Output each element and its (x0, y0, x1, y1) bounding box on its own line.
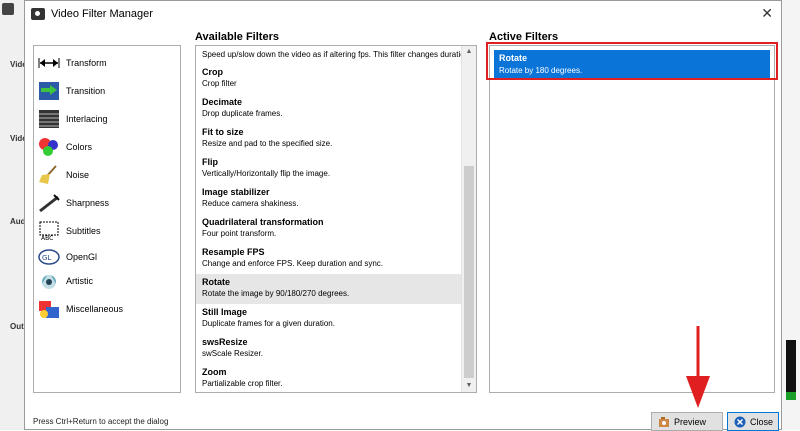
interlacing-icon (38, 109, 60, 129)
sharpness-icon (38, 193, 60, 213)
close-button-label: Close (750, 416, 774, 427)
category-label: Colors (66, 142, 93, 152)
filter-name: Zoom (202, 367, 227, 377)
category-label: Sharpness (66, 198, 110, 208)
filter-name: Rotate (202, 277, 231, 287)
category-label: Artistic (66, 276, 93, 286)
preview-button-label: Preview (674, 416, 707, 427)
category-label: Miscellaneous (66, 304, 124, 314)
close-icon[interactable]: ✕ (761, 6, 773, 20)
transition-icon (38, 81, 60, 101)
close-circle-icon (734, 416, 746, 428)
svg-text:ABC: ABC (41, 235, 53, 241)
miscellaneous-icon (38, 299, 60, 319)
filter-item-image-stabilizer[interactable]: Image stabilizer Reduce camera shakiness… (196, 184, 462, 214)
colors-icon (38, 137, 60, 157)
title-bar: Video Filter Manager ✕ (25, 1, 781, 27)
category-label: Interlacing (66, 114, 108, 124)
category-label: Noise (66, 170, 90, 180)
category-noise[interactable]: Noise (38, 162, 89, 188)
preview-button[interactable]: Preview (651, 412, 723, 431)
available-filters-list[interactable]: Speed up/slow down the video as if alter… (195, 45, 477, 393)
scroll-down-icon[interactable]: ▼ (462, 380, 476, 392)
filter-name: Flip (202, 157, 218, 167)
window-title: Video Filter Manager (51, 8, 153, 20)
highlight-annotation-box (486, 42, 778, 80)
background-app-right (782, 0, 800, 430)
noise-broom-icon (38, 165, 60, 185)
category-transition[interactable]: Transition (38, 78, 105, 104)
svg-text:GL: GL (42, 254, 51, 262)
filter-item-zoom[interactable]: Zoom Partializable crop filter. (196, 364, 462, 394)
active-filters-list[interactable]: Rotate Rotate by 180 degrees. (489, 45, 775, 393)
audio-level-meter (786, 340, 796, 400)
category-label: Subtitles (66, 226, 101, 236)
red-arrow-annotation (686, 326, 710, 408)
video-filter-manager-dialog: Video Filter Manager ✕ Available Filters… (24, 0, 782, 431)
close-button[interactable]: Close (727, 412, 779, 431)
category-miscellaneous[interactable]: Miscellaneous (38, 296, 123, 322)
artistic-icon (38, 271, 60, 291)
filter-description-partial: Speed up/slow down the video as if alter… (202, 50, 462, 59)
filter-description: Resize and pad to the specified size. (202, 139, 333, 148)
category-label: Transform (66, 58, 107, 68)
filter-description: Change and enforce FPS. Keep duration an… (202, 259, 384, 268)
available-filters-heading: Available Filters (195, 31, 279, 43)
filter-name: Decimate (202, 97, 243, 107)
category-transform[interactable]: Transform (38, 50, 107, 76)
filter-item-flip[interactable]: Flip Vertically/Horizontally flip the im… (196, 154, 462, 184)
subtitles-icon: ABC (38, 221, 60, 241)
category-opengl[interactable]: GL OpenGl (38, 244, 97, 270)
background-app-icon (2, 3, 14, 15)
category-interlacing[interactable]: Interlacing (38, 106, 108, 132)
background-label: Out (10, 322, 24, 331)
filter-name: Crop (202, 67, 223, 77)
filter-item-swsresize[interactable]: swsResize swScale Resizer. (196, 334, 462, 364)
opengl-icon: GL (38, 247, 60, 267)
filter-description: Four point transform. (202, 229, 277, 238)
category-subtitles[interactable]: ABC Subtitles (38, 218, 101, 244)
categories-list[interactable]: Transform Transition Interlacing Colors … (33, 45, 181, 393)
filter-item-crop[interactable]: Crop Crop filter (196, 64, 462, 94)
filter-description: Crop filter (202, 79, 237, 88)
filter-name: swsResize (202, 337, 248, 347)
filter-description: swScale Resizer. (202, 349, 263, 358)
category-label: Transition (66, 86, 106, 96)
filter-description: Reduce camera shakiness. (202, 199, 299, 208)
category-colors[interactable]: Colors (38, 134, 92, 160)
filter-name: Resample FPS (202, 247, 265, 257)
filter-description: Rotate the image by 90/180/270 degrees. (202, 289, 350, 298)
transform-icon (38, 53, 60, 73)
filter-name: Quadrilateral transformation (202, 217, 324, 227)
filter-item-rotate[interactable]: Rotate Rotate the image by 90/180/270 de… (196, 274, 462, 304)
filter-item-still-image[interactable]: Still Image Duplicate frames for a given… (196, 304, 462, 334)
filter-name: Still Image (202, 307, 248, 317)
filter-name: Fit to size (202, 127, 244, 137)
filter-item-quadrilateral-transformation[interactable]: Quadrilateral transformation Four point … (196, 214, 462, 244)
filter-description: Vertically/Horizontally flip the image. (202, 169, 331, 178)
scroll-up-icon[interactable]: ▲ (462, 46, 476, 58)
filter-name: Image stabilizer (202, 187, 270, 197)
filter-description: Partializable crop filter. (202, 379, 283, 388)
filter-item-decimate[interactable]: Decimate Drop duplicate frames. (196, 94, 462, 124)
preview-icon (658, 416, 670, 428)
keyboard-hint: Press Ctrl+Return to accept the dialog (33, 417, 169, 426)
filter-description: Drop duplicate frames. (202, 109, 283, 118)
app-icon (31, 8, 45, 20)
category-sharpness[interactable]: Sharpness (38, 190, 109, 216)
filter-item-fit-to-size[interactable]: Fit to size Resize and pad to the specif… (196, 124, 462, 154)
category-label: OpenGl (66, 252, 98, 262)
filters-scrollbar[interactable]: ▲ ▼ (461, 46, 476, 392)
category-artistic[interactable]: Artistic (38, 268, 93, 294)
filter-item-resample-fps[interactable]: Resample FPS Change and enforce FPS. Kee… (196, 244, 462, 274)
filter-description: Duplicate frames for a given duration. (202, 319, 335, 328)
scroll-thumb[interactable] (464, 166, 474, 378)
background-app-left: Vide Vide Audi Out (0, 0, 28, 430)
